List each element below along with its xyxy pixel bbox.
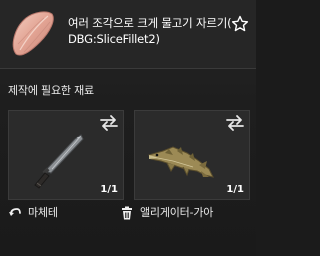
fish-fillet-icon <box>12 11 54 56</box>
material-count: 1/1 <box>100 184 118 195</box>
header-divider <box>0 68 256 69</box>
recipe-header: 여러 조각으로 크게 물고기 자르기( DBG:SliceFillet2) <box>0 0 256 68</box>
star-outline-icon[interactable] <box>230 14 250 34</box>
alligator-gar-icon <box>148 146 214 178</box>
material-label-machete: 마체테 <box>8 205 108 220</box>
material-name: 앨리게이터-가아 <box>140 206 214 219</box>
trash-icon <box>122 206 132 220</box>
recipe-title: 여러 조각으로 크게 물고기 자르기( DBG:SliceFillet2) <box>68 16 232 46</box>
machete-icon <box>34 134 84 189</box>
crafting-recipe-panel: 여러 조각으로 크게 물고기 자르기( DBG:SliceFillet2) 제작… <box>0 0 256 256</box>
swap-arrows-icon[interactable] <box>98 114 120 132</box>
material-label-alligator-gar: 앨리게이터-가아 <box>120 205 220 220</box>
material-name: 마체테 <box>28 206 58 219</box>
material-count: 1/1 <box>226 184 244 195</box>
return-arrow-icon <box>9 208 21 216</box>
swap-arrows-icon[interactable] <box>224 114 246 132</box>
material-card-alligator-gar[interactable]: 1/1 <box>134 110 250 200</box>
material-card-machete[interactable]: 1/1 <box>8 110 124 200</box>
materials-section-title: 제작에 필요한 재료 <box>8 84 94 97</box>
